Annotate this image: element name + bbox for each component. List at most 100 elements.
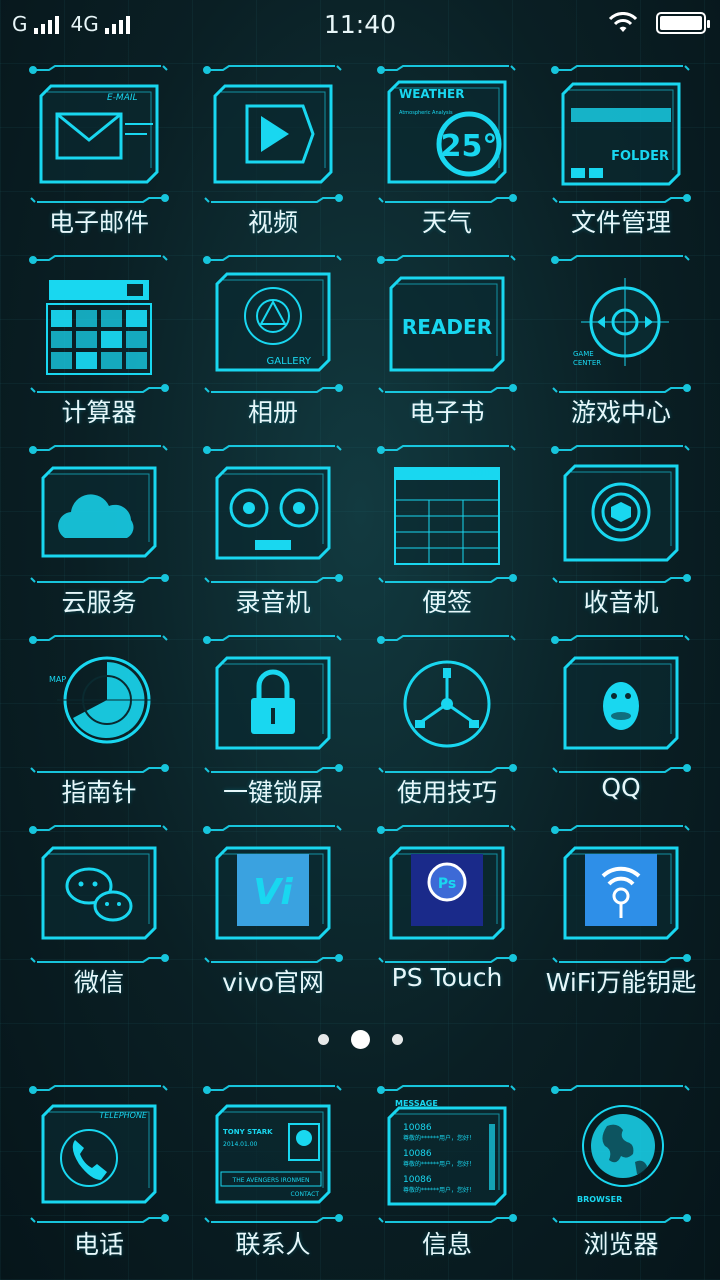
svg-text:10086: 10086 — [403, 1123, 432, 1133]
app-tips[interactable]: 使用技巧 — [360, 630, 534, 820]
app-label: 一键锁屏 — [222, 778, 323, 807]
status-bar: G 4G 11:40 — [0, 0, 720, 50]
app-wechat[interactable]: 微信 — [12, 820, 186, 1010]
app-reader[interactable]: READER 电子书 — [360, 250, 534, 440]
app-label: WiFi万能钥匙 — [545, 968, 697, 997]
app-contacts[interactable]: TONY STARK 2014.01.00 THE AVENGERS IRONME… — [186, 1080, 360, 1270]
app-lock[interactable]: 一键锁屏 — [186, 630, 360, 820]
page-indicator[interactable] — [0, 1030, 720, 1049]
app-label: 收音机 — [583, 588, 659, 617]
svg-text:尊敬的******用户，您好！: 尊敬的******用户，您好！ — [403, 1134, 475, 1142]
app-label: 计算器 — [61, 398, 137, 427]
app-label: 云服务 — [61, 588, 137, 617]
battery-icon — [656, 12, 710, 34]
app-label: 电话 — [73, 1230, 124, 1259]
video-icon — [203, 64, 343, 204]
svg-text:Ps: Ps — [438, 876, 456, 892]
app-radio[interactable]: 收音机 — [534, 440, 708, 630]
svg-text:E-MAIL: E-MAIL — [107, 93, 138, 103]
qq-icon — [551, 634, 691, 774]
app-vivo[interactable]: Vi vivo官网 — [186, 820, 360, 1010]
app-weather[interactable]: WEATHER Atmospheric Analysis 25° 天气 — [360, 60, 534, 250]
calculator-icon — [29, 254, 169, 394]
svg-text:READER: READER — [402, 315, 492, 339]
app-label: 信息 — [421, 1230, 472, 1259]
app-label: 天气 — [421, 208, 472, 237]
app-label: QQ — [601, 773, 641, 802]
app-label: 浏览器 — [583, 1230, 659, 1259]
svg-text:Vi: Vi — [253, 872, 293, 913]
app-label: 录音机 — [235, 588, 311, 617]
app-grid: E-MAIL 电子邮件 视频 WEATHER Atmospheric Analys… — [12, 60, 708, 1010]
svg-text:Atmospheric Analysis: Atmospheric Analysis — [399, 110, 453, 116]
app-label: 相册 — [247, 398, 298, 427]
svg-text:CENTER: CENTER — [573, 359, 601, 367]
page-dot[interactable] — [391, 1034, 403, 1045]
app-ps-touch[interactable]: Ps PS Touch — [360, 820, 534, 1010]
app-label: 电子书 — [409, 398, 485, 427]
reader-icon: READER — [377, 254, 517, 394]
app-wifi-key[interactable]: WiFi万能钥匙 — [534, 820, 708, 1010]
svg-text:TELEPHONE: TELEPHONE — [99, 1111, 148, 1120]
weather-icon: WEATHER Atmospheric Analysis 25° — [377, 64, 517, 204]
folder-icon: FOLDER — [551, 64, 691, 204]
svg-text:10086: 10086 — [403, 1149, 432, 1159]
game-center-icon: GAME CENTER — [551, 254, 691, 394]
compass-icon: MAP — [29, 634, 169, 774]
message-icon: MESSAGE 10086 尊敬的******用户，您好！ 10086 尊敬的*****… — [377, 1084, 517, 1224]
page-dot[interactable] — [350, 1030, 370, 1049]
wifi-key-icon — [551, 824, 691, 964]
cloud-icon — [29, 444, 169, 584]
svg-text:FOLDER: FOLDER — [611, 149, 669, 164]
app-label: PS Touch — [391, 963, 503, 992]
app-gallery[interactable]: GALLERY 相册 — [186, 250, 360, 440]
app-label: 游戏中心 — [570, 398, 671, 427]
svg-text:MESSAGE: MESSAGE — [395, 1099, 438, 1108]
svg-text:CONTACT: CONTACT — [291, 1191, 320, 1198]
app-recorder[interactable]: 录音机 — [186, 440, 360, 630]
app-label: 使用技巧 — [396, 778, 497, 807]
wifi-icon — [608, 12, 638, 32]
svg-text:NOTE: NOTE — [471, 469, 493, 478]
note-icon: NOTE — [377, 444, 517, 584]
recorder-icon — [203, 444, 343, 584]
app-compass[interactable]: MAP 指南针 — [12, 630, 186, 820]
email-icon: E-MAIL — [29, 64, 169, 204]
browser-icon: BROWSER — [551, 1084, 691, 1224]
app-folder[interactable]: FOLDER 文件管理 — [534, 60, 708, 250]
app-label: 电子邮件 — [48, 208, 149, 237]
app-label: 便签 — [421, 588, 472, 617]
app-browser[interactable]: BROWSER 浏览器 — [534, 1080, 708, 1270]
app-label: 文件管理 — [570, 208, 671, 237]
svg-text:TONY STARK: TONY STARK — [223, 1128, 273, 1136]
app-cloud[interactable]: 云服务 — [12, 440, 186, 630]
dock: TELEPHONE 电话 TONY STARK 2014.01.00 THE AV… — [12, 1080, 708, 1270]
app-label: 联系人 — [235, 1230, 311, 1259]
svg-text:2014.01.00: 2014.01.00 — [223, 1141, 258, 1148]
svg-text:10086: 10086 — [403, 1175, 432, 1185]
svg-text:GALLERY: GALLERY — [267, 356, 312, 367]
app-label: 视频 — [247, 208, 298, 237]
phone-icon: TELEPHONE — [29, 1084, 169, 1224]
app-calculator[interactable]: 计算器 — [12, 250, 186, 440]
app-label: 指南针 — [61, 778, 137, 807]
svg-text:25°: 25° — [441, 129, 498, 164]
gallery-icon: GALLERY — [203, 254, 343, 394]
app-label: 微信 — [73, 968, 124, 997]
svg-text:MAP: MAP — [49, 675, 66, 684]
app-qq[interactable]: QQ — [534, 630, 708, 820]
app-game-center[interactable]: GAME CENTER 游戏中心 — [534, 250, 708, 440]
wechat-icon — [29, 824, 169, 964]
svg-text:尊敬的******用户，您好！: 尊敬的******用户，您好！ — [403, 1186, 475, 1194]
app-video[interactable]: 视频 — [186, 60, 360, 250]
svg-text:BROWSER: BROWSER — [577, 1195, 622, 1204]
app-note[interactable]: NOTE 便签 — [360, 440, 534, 630]
app-phone[interactable]: TELEPHONE 电话 — [12, 1080, 186, 1270]
ps-touch-icon: Ps — [377, 824, 517, 964]
app-message[interactable]: MESSAGE 10086 尊敬的******用户，您好！ 10086 尊敬的*****… — [360, 1080, 534, 1270]
page-dot[interactable] — [317, 1034, 329, 1045]
svg-text:THE AVENGERS IRONMEN: THE AVENGERS IRONMEN — [232, 1177, 310, 1184]
app-email[interactable]: E-MAIL 电子邮件 — [12, 60, 186, 250]
contacts-icon: TONY STARK 2014.01.00 THE AVENGERS IRONME… — [203, 1084, 343, 1224]
vivo-icon: Vi — [203, 824, 343, 964]
